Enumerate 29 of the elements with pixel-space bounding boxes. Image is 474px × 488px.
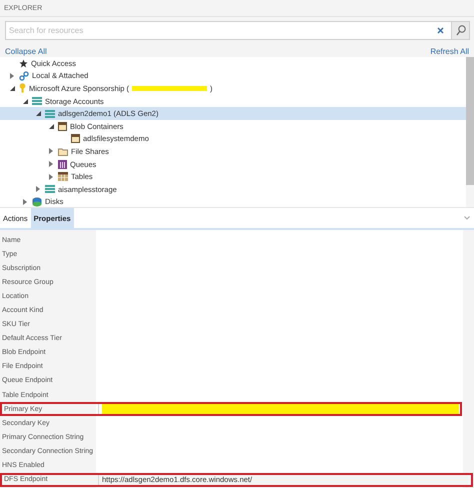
folder-icon	[58, 146, 68, 156]
expand-arrow-icon[interactable]	[23, 198, 27, 205]
expand-arrow-icon[interactable]	[36, 186, 40, 192]
table-icon	[58, 172, 68, 182]
collapse-arrow-icon[interactable]	[22, 98, 28, 104]
link-icon	[19, 70, 29, 81]
search-icon	[456, 25, 466, 36]
search-field[interactable]: Search for resources	[6, 22, 437, 39]
search-box[interactable]: Search for resources	[5, 21, 470, 40]
star-icon	[19, 58, 28, 68]
storage-icon	[45, 110, 55, 118]
clear-icon[interactable]	[437, 27, 444, 34]
scrollbar[interactable]	[466, 57, 474, 207]
search-button[interactable]	[451, 22, 469, 39]
collapse-all-link[interactable]: Collapse All	[5, 47, 47, 56]
expand-arrow-icon[interactable]	[49, 148, 53, 154]
expand-arrow-icon[interactable]	[49, 161, 53, 168]
queue-icon	[58, 160, 67, 169]
storage-icon	[45, 185, 55, 194]
bulb-icon	[19, 83, 26, 94]
container-icon	[71, 134, 80, 144]
expand-arrow-icon[interactable]	[49, 174, 53, 180]
storage-icon	[32, 97, 42, 106]
collapse-arrow-icon[interactable]	[36, 111, 40, 116]
collapse-arrow-icon[interactable]	[48, 124, 54, 129]
expand-arrow-icon[interactable]	[10, 72, 14, 79]
container-icon	[58, 122, 67, 131]
refresh-all-link[interactable]: Refresh All	[430, 47, 469, 56]
collapse-arrow-icon[interactable]	[10, 86, 14, 91]
